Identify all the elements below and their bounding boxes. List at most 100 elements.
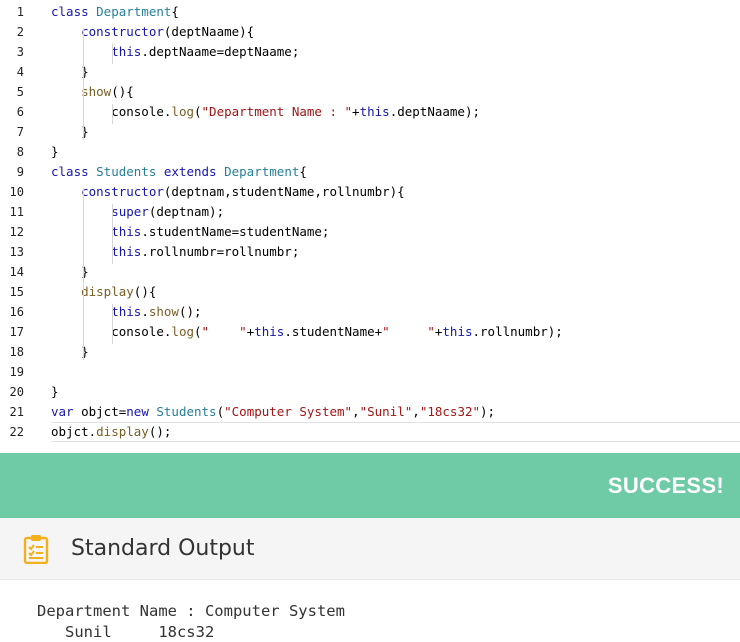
line-number: 15 bbox=[9, 285, 24, 299]
code-editor[interactable]: 1 2 3 4 5 6 7 8 9 10 11 12 13 14 15 16 17 18 19 20 21 22 clas… bbox=[0, 0, 740, 446]
code-token: extends bbox=[163, 164, 225, 179]
code-token: new bbox=[126, 404, 157, 419]
line-number: 6 bbox=[16, 105, 24, 119]
code-token: (deptnam); bbox=[148, 204, 225, 219]
code-token: Students bbox=[156, 404, 217, 419]
code-token: "Computer System" bbox=[224, 404, 353, 419]
code-token: "Department Name : " bbox=[201, 104, 353, 119]
code-token: (); bbox=[178, 304, 202, 319]
indent-guide bbox=[83, 188, 84, 360]
code-line[interactable]: console.log(" "+this.studentName+" "+thi… bbox=[51, 322, 740, 342]
clipboard-icon bbox=[23, 535, 49, 564]
line-number: 4 bbox=[16, 65, 24, 79]
code-line[interactable]: show(){ bbox=[51, 82, 740, 102]
line-number: 19 bbox=[9, 365, 24, 379]
code-line[interactable]: constructor(deptNaame){ bbox=[51, 22, 740, 42]
code-token: class bbox=[51, 4, 97, 19]
code-token: (){ bbox=[133, 284, 157, 299]
code-token: { bbox=[299, 164, 307, 179]
code-token: Department bbox=[224, 164, 300, 179]
line-number: 7 bbox=[16, 125, 24, 139]
output-header: Standard Output bbox=[0, 518, 740, 580]
code-token: .deptNaame=deptNaame; bbox=[141, 44, 300, 59]
code-token: .studentName=studentName; bbox=[141, 224, 330, 239]
code-token: + bbox=[352, 104, 360, 119]
line-number: 1 bbox=[16, 5, 24, 19]
success-status: SUCCESS! bbox=[607, 473, 724, 498]
output-title: Standard Output bbox=[71, 536, 255, 561]
code-line[interactable] bbox=[51, 362, 740, 382]
output-line: Department Name : Computer System bbox=[37, 602, 345, 620]
indent-guide bbox=[112, 44, 113, 64]
code-token: display bbox=[96, 424, 149, 439]
code-token: var bbox=[51, 404, 82, 419]
code-token: (deptnam,studentName,rollnumbr){ bbox=[163, 184, 405, 199]
line-number: 22 bbox=[9, 425, 24, 439]
line-number: 10 bbox=[9, 185, 24, 199]
code-token: this bbox=[51, 224, 142, 239]
indent-guide bbox=[112, 104, 113, 124]
code-token: "Sunil" bbox=[359, 404, 413, 419]
code-token: constructor bbox=[51, 184, 164, 199]
line-number: 17 bbox=[9, 325, 24, 339]
code-line[interactable]: } bbox=[51, 122, 740, 142]
line-number: 18 bbox=[9, 345, 24, 359]
line-number: 14 bbox=[9, 265, 24, 279]
code-token: .studentName+ bbox=[284, 324, 383, 339]
code-line[interactable]: display(){ bbox=[51, 282, 740, 302]
line-number: 16 bbox=[9, 305, 24, 319]
code-line[interactable]: this.studentName=studentName; bbox=[51, 222, 740, 242]
line-number: 2 bbox=[16, 25, 24, 39]
line-number: 21 bbox=[9, 405, 24, 419]
code-line[interactable]: this.rollnumbr=rollnumbr; bbox=[51, 242, 740, 262]
code-token: . bbox=[141, 304, 149, 319]
code-token: .rollnumbr=rollnumbr; bbox=[141, 244, 300, 259]
code-token: , bbox=[352, 404, 360, 419]
indent-guide bbox=[112, 204, 113, 264]
code-token: display bbox=[51, 284, 134, 299]
line-number: 13 bbox=[9, 245, 24, 259]
code-token: (); bbox=[148, 424, 172, 439]
code-line[interactable]: } bbox=[51, 382, 740, 402]
code-line[interactable]: this.show(); bbox=[51, 302, 740, 322]
code-line[interactable]: objct.display(); bbox=[51, 422, 740, 442]
code-token: class bbox=[51, 164, 97, 179]
code-token: this bbox=[51, 44, 142, 59]
line-number: 8 bbox=[16, 145, 24, 159]
code-token: log bbox=[171, 324, 194, 339]
code-line[interactable]: this.deptNaame=deptNaame; bbox=[51, 42, 740, 62]
code-token: , bbox=[412, 404, 420, 419]
code-token: objct. bbox=[51, 424, 97, 439]
code-token: constructor bbox=[51, 24, 164, 39]
code-token: Students bbox=[96, 164, 164, 179]
code-token: log bbox=[171, 104, 194, 119]
code-token: show bbox=[51, 84, 112, 99]
code-token: show bbox=[148, 304, 179, 319]
code-token: console bbox=[51, 104, 164, 119]
code-line[interactable]: class Students extends Department{ bbox=[51, 162, 740, 182]
code-line[interactable]: console.log("Department Name : "+this.de… bbox=[51, 102, 740, 122]
code-token: ); bbox=[480, 404, 496, 419]
code-token: ( bbox=[194, 324, 202, 339]
code-token: .deptNaame); bbox=[389, 104, 480, 119]
code-token: } bbox=[51, 144, 59, 159]
output-line: Sunil 18cs32 bbox=[37, 623, 215, 641]
code-line[interactable]: super(deptnam); bbox=[51, 202, 740, 222]
code-token: this bbox=[51, 304, 142, 319]
line-number: 11 bbox=[9, 205, 24, 219]
code-line[interactable]: var objct=new Students("Computer System"… bbox=[51, 402, 740, 422]
code-line[interactable]: } bbox=[51, 342, 740, 362]
code-token: this bbox=[359, 104, 390, 119]
code-token: ( bbox=[216, 404, 225, 419]
code-token: super bbox=[51, 204, 149, 219]
code-line[interactable]: class Department{ bbox=[51, 2, 740, 22]
indent-guide bbox=[83, 28, 84, 140]
code-line[interactable]: constructor(deptnam,studentName,rollnumb… bbox=[51, 182, 740, 202]
indent-guide bbox=[112, 304, 113, 344]
code-token: } bbox=[51, 384, 59, 399]
code-line[interactable]: } bbox=[51, 262, 740, 282]
code-line[interactable]: } bbox=[51, 142, 740, 162]
line-number: 3 bbox=[16, 45, 24, 59]
code-token: " " bbox=[382, 324, 435, 339]
code-line[interactable]: } bbox=[51, 62, 740, 82]
